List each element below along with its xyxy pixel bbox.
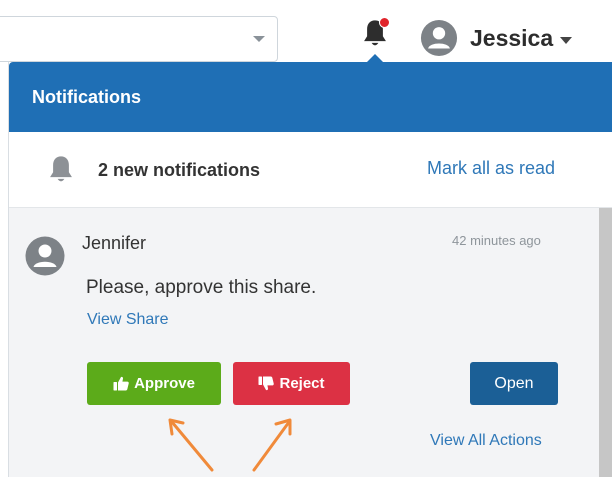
- open-button-label: Open: [494, 374, 534, 392]
- caret-down-icon: [560, 36, 573, 44]
- approve-button-label: Approve: [134, 375, 195, 392]
- bell-icon: [50, 156, 72, 182]
- select-dropdown[interactable]: [0, 16, 278, 62]
- scrollbar-thumb[interactable]: [599, 208, 612, 477]
- avatar-icon: [25, 236, 65, 276]
- user-avatar-icon: [420, 19, 458, 57]
- reject-button-label: Reject: [279, 375, 325, 392]
- view-all-actions-link[interactable]: View All Actions: [430, 432, 542, 450]
- unread-dot: [379, 17, 390, 28]
- panel-header: Notifications: [9, 62, 612, 132]
- new-notifications-count: 2 new notifications: [98, 160, 261, 180]
- notifications-panel: Notifications 2 new notifications Mark a…: [8, 62, 612, 477]
- notification-item: Jennifer 42 minutes ago Please, approve …: [9, 208, 599, 477]
- user-menu[interactable]: Jessica: [420, 18, 573, 58]
- top-bar: Jessica: [0, 0, 612, 62]
- open-button[interactable]: Open: [470, 362, 558, 405]
- user-name: Jessica: [470, 24, 554, 51]
- notifications-bell-button[interactable]: [360, 17, 390, 52]
- approve-button[interactable]: Approve: [87, 362, 221, 405]
- chevron-down-icon: [253, 36, 265, 42]
- mark-all-read-link[interactable]: Mark all as read: [427, 158, 555, 179]
- thumbs-up-icon: [113, 376, 129, 391]
- notifications-summary: 2 new notifications Mark all as read: [9, 132, 612, 208]
- reject-button[interactable]: Reject: [233, 362, 350, 405]
- notification-message: Please, approve this share.: [86, 277, 317, 298]
- panel-title: Notifications: [32, 87, 142, 107]
- thumbs-down-icon: [258, 376, 275, 391]
- notification-sender: Jennifer: [82, 233, 147, 253]
- view-share-link[interactable]: View Share: [87, 311, 169, 329]
- notification-time: 42 minutes ago: [452, 233, 541, 248]
